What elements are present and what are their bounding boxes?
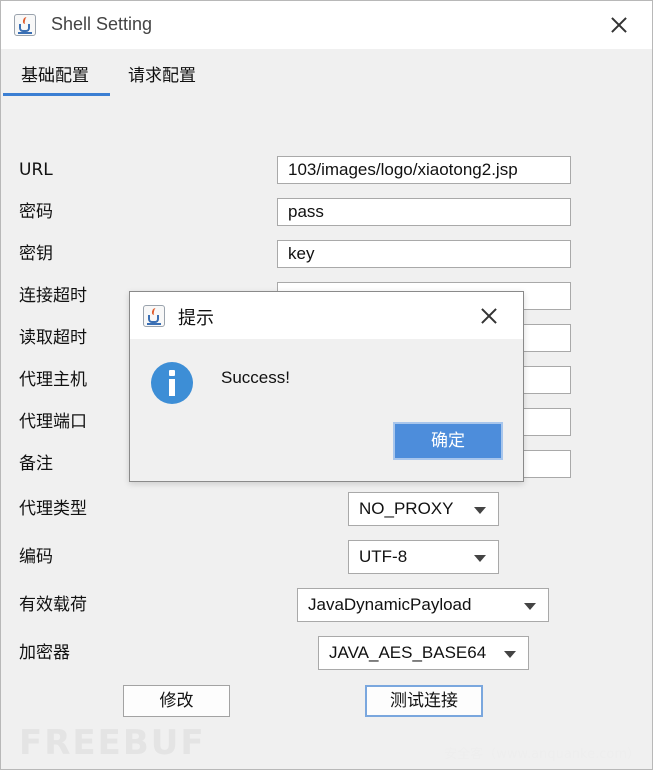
key-label: 密钥 — [19, 244, 53, 264]
modify-button[interactable]: 修改 — [123, 685, 230, 717]
java-cup-icon — [143, 305, 165, 327]
window-title: Shell Setting — [51, 14, 153, 34]
freebuf-watermark: FREEBUF — [19, 723, 206, 763]
key-field[interactable]: key — [277, 240, 571, 268]
cryption-select[interactable]: JAVA_AES_BASE64 — [318, 636, 529, 670]
active-tab-indicator — [3, 93, 110, 96]
connect-timeout-label: 连接超时 — [19, 286, 87, 306]
window-titlebar: Shell Setting — [1, 1, 652, 49]
chevron-down-icon — [474, 507, 486, 514]
info-icon — [151, 362, 193, 404]
proxy-host-label: 代理主机 — [19, 370, 87, 390]
chevron-down-icon — [504, 651, 516, 658]
read-timeout-label: 读取超时 — [19, 328, 87, 348]
proxy-type-label: 代理类型 — [19, 499, 87, 519]
test-connection-button[interactable]: 测试连接 — [365, 685, 483, 717]
window-close-icon[interactable] — [607, 13, 631, 37]
chevron-down-icon — [474, 555, 486, 562]
tab-request-config[interactable]: 请求配置 — [128, 61, 196, 86]
tab-bar: 基础配置 请求配置 — [1, 49, 652, 97]
remark-label: 备注 — [19, 454, 53, 474]
java-cup-icon — [14, 14, 36, 36]
password-field[interactable]: pass — [277, 198, 571, 226]
encoding-value: UTF-8 — [359, 547, 408, 566]
payload-select[interactable]: JavaDynamicPayload — [297, 588, 549, 622]
message-dialog: 提示 Success! 确定 — [129, 291, 524, 482]
cryption-label: 加密器 — [19, 643, 70, 663]
encoding-select[interactable]: UTF-8 — [348, 540, 499, 574]
encoding-label: 编码 — [19, 547, 53, 567]
anquanke-watermark: 安全客（www.anquanke.com） — [444, 747, 640, 762]
dialog-message: Success! — [221, 368, 290, 387]
url-label: URL — [19, 160, 53, 180]
ok-button[interactable]: 确定 — [393, 422, 503, 460]
dialog-close-icon[interactable] — [477, 304, 501, 328]
proxy-type-value: NO_PROXY — [359, 499, 454, 518]
tab-basic-config[interactable]: 基础配置 — [21, 61, 89, 86]
dialog-title: 提示 — [178, 308, 214, 329]
cryption-value: JAVA_AES_BASE64 — [329, 643, 487, 662]
dialog-titlebar: 提示 — [130, 292, 523, 339]
password-label: 密码 — [19, 202, 53, 222]
chevron-down-icon — [524, 603, 536, 610]
payload-value: JavaDynamicPayload — [308, 595, 472, 614]
url-field[interactable]: 103/images/logo/xiaotong2.jsp — [277, 156, 571, 184]
shell-setting-window: Shell Setting 基础配置 请求配置 URL 103/images/l… — [0, 0, 653, 770]
payload-label: 有效载荷 — [19, 595, 87, 615]
proxy-type-select[interactable]: NO_PROXY — [348, 492, 499, 526]
proxy-port-label: 代理端口 — [19, 412, 87, 432]
